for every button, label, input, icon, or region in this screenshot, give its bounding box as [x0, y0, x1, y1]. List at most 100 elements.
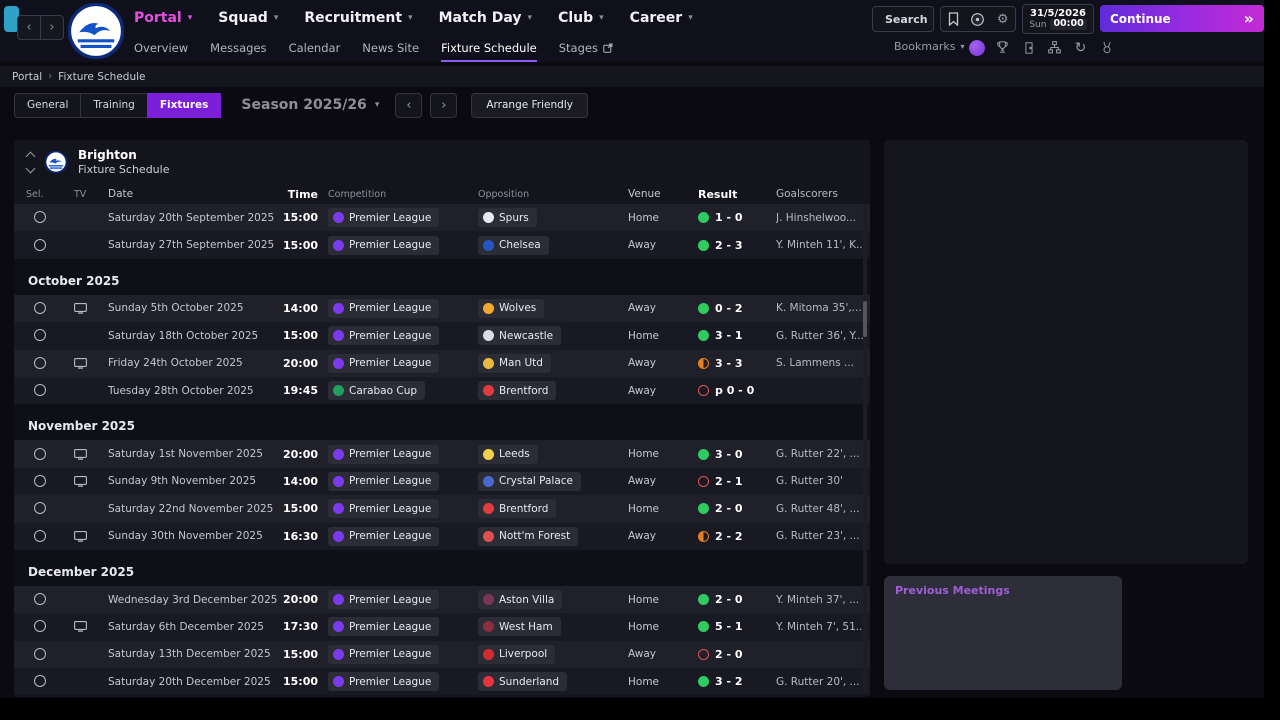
tab-general[interactable]: General — [14, 92, 82, 118]
competition-chip[interactable]: Premier League — [328, 471, 440, 491]
table-scrollbar[interactable] — [863, 206, 867, 693]
fixture-row[interactable]: Saturday 13th December 2025 15:00 Premier … — [14, 640, 870, 669]
select-radio[interactable] — [34, 211, 46, 224]
competition-chip[interactable]: Premier League — [328, 326, 440, 346]
competition-chip[interactable]: Premier League — [328, 208, 440, 228]
next-season-button[interactable]: › — [430, 92, 458, 118]
fixture-row[interactable]: Saturday 20th December 2025 15:00 Premier … — [14, 668, 870, 696]
subnav-news-site[interactable]: News Site — [362, 36, 419, 62]
opposition-chip[interactable]: Leeds — [478, 444, 538, 464]
subnav-messages[interactable]: Messages — [210, 36, 266, 62]
fixture-row[interactable]: Tuesday 28th October 2025 19:45 Carabao Cu… — [14, 376, 870, 405]
select-radio[interactable] — [34, 474, 46, 487]
org-chart-icon[interactable] — [1046, 39, 1063, 56]
select-radio[interactable] — [34, 502, 46, 515]
opposition-chip[interactable]: Aston Villa — [478, 590, 563, 610]
opposition-chip[interactable]: Man Utd — [478, 353, 551, 373]
col-result[interactable]: Result — [698, 188, 776, 201]
nav-match-day[interactable]: Match Day ▾ — [439, 10, 533, 26]
opposition-chip[interactable]: Brentford — [478, 499, 557, 519]
arrange-friendly-button[interactable]: Arrange Friendly — [471, 92, 588, 118]
fixture-row[interactable]: Saturday 22nd November 2025 15:00 Premier … — [14, 495, 870, 523]
nav-recruitment[interactable]: Recruitment ▾ — [304, 10, 412, 26]
select-radio[interactable] — [34, 593, 46, 606]
competition-chip[interactable]: Premier League — [328, 444, 440, 464]
select-radio[interactable] — [34, 329, 46, 342]
opposition-chip[interactable]: Chelsea — [478, 235, 549, 255]
opposition-chip[interactable]: Crystal Palace — [478, 471, 582, 491]
subnav-stages[interactable]: Stages — [559, 36, 613, 62]
chevron-down-icon[interactable] — [25, 163, 36, 173]
select-radio[interactable] — [34, 529, 46, 542]
select-radio[interactable] — [34, 301, 46, 314]
col-sel[interactable]: Sel. — [26, 189, 66, 200]
opposition-chip[interactable]: Brentford — [478, 381, 557, 401]
brighton-crest-icon[interactable] — [67, 2, 125, 60]
search-button[interactable]: Search — [872, 6, 934, 32]
opposition-chip[interactable]: Spurs — [478, 208, 537, 228]
fixture-row[interactable]: Friday 24th October 2025 20:00 Premier Lea… — [14, 349, 870, 377]
fixture-row[interactable]: Sunday 9th November 2025 14:00 Premier Lea… — [14, 467, 870, 496]
medal-icon[interactable] — [1098, 39, 1115, 56]
bookmarks-dropdown[interactable]: Bookmarks ▾ — [894, 40, 964, 53]
competition-chip[interactable]: Premier League — [328, 298, 440, 318]
opposition-chip[interactable]: Newcastle — [478, 326, 562, 346]
season-selector[interactable]: Season 2025/26 ▾ — [241, 97, 379, 113]
opposition-chip[interactable]: Wolves — [478, 298, 545, 318]
ball-icon[interactable] — [969, 11, 986, 28]
nav-club[interactable]: Club ▾ — [558, 10, 604, 26]
competition-chip[interactable]: Premier League — [328, 235, 440, 255]
trophy-icon[interactable] — [994, 39, 1011, 56]
continue-button[interactable]: Continue » — [1100, 5, 1264, 32]
select-radio[interactable] — [34, 647, 46, 660]
select-radio[interactable] — [34, 384, 46, 397]
fixture-row[interactable]: Saturday 27th September 2025 15:00 Premier… — [14, 231, 870, 259]
opposition-chip[interactable]: West Ham — [478, 617, 561, 637]
col-date[interactable]: Date — [108, 188, 268, 200]
select-radio[interactable] — [34, 675, 46, 688]
col-tv[interactable]: TV — [66, 189, 108, 200]
fixture-row[interactable]: Sunday 30th November 2025 16:30 Premier Le… — [14, 522, 870, 550]
select-radio[interactable] — [34, 356, 46, 369]
nav-career[interactable]: Career ▾ — [630, 10, 693, 26]
gear-icon[interactable]: ⚙ — [994, 11, 1011, 28]
fixture-row[interactable]: Saturday 20th September 2025 15:00 Premier… — [14, 204, 870, 232]
game-date[interactable]: 31/5/2026 Sun 00:00 — [1022, 4, 1094, 34]
col-opposition[interactable]: Opposition — [478, 189, 628, 200]
tab-training[interactable]: Training — [80, 92, 148, 118]
fixture-row[interactable]: Saturday 18th October 2025 15:00 Premier L… — [14, 322, 870, 350]
fixture-row[interactable]: Sunday 5th October 2025 14:00 Premier Leag… — [14, 294, 870, 323]
opposition-chip[interactable]: Sunderland — [478, 672, 568, 692]
col-venue[interactable]: Venue — [628, 188, 698, 200]
col-time[interactable]: Time — [268, 188, 328, 201]
sync-icon[interactable]: ↻ — [1072, 39, 1089, 56]
tab-fixtures[interactable]: Fixtures — [146, 92, 222, 118]
col-competition[interactable]: Competition — [328, 189, 478, 200]
fixture-row[interactable]: Wednesday 3rd December 2025 20:00 Premier … — [14, 585, 870, 614]
nav-squad[interactable]: Squad ▾ — [218, 10, 278, 26]
competition-chip[interactable]: Premier League — [328, 672, 440, 692]
fixture-row[interactable]: Saturday 6th December 2025 17:30 Premier L… — [14, 613, 870, 641]
competition-chip[interactable]: Premier League — [328, 353, 440, 373]
back-button[interactable]: ‹ — [17, 15, 41, 40]
fm-logo-icon[interactable] — [968, 39, 985, 56]
breadcrumb-portal[interactable]: Portal — [12, 71, 42, 83]
select-radio[interactable] — [34, 620, 46, 633]
nav-portal[interactable]: Portal ▾ — [134, 10, 192, 26]
scrollbar-thumb[interactable] — [863, 301, 867, 337]
forward-button[interactable]: › — [40, 15, 64, 40]
opposition-chip[interactable]: Liverpool — [478, 644, 556, 664]
competition-chip[interactable]: Carabao Cup — [328, 381, 426, 401]
select-radio[interactable] — [34, 238, 46, 251]
competition-chip[interactable]: Premier League — [328, 526, 440, 546]
chevron-up-icon[interactable] — [25, 151, 36, 161]
previous-season-button[interactable]: ‹ — [395, 92, 423, 118]
col-goalscorers[interactable]: Goalscorers — [776, 188, 870, 200]
opposition-chip[interactable]: Nott'm Forest — [478, 526, 579, 546]
exit-door-icon[interactable] — [1020, 39, 1037, 56]
subnav-overview[interactable]: Overview — [134, 36, 188, 62]
bookmark-icon[interactable] — [945, 11, 962, 28]
competition-chip[interactable]: Premier League — [328, 499, 440, 519]
competition-chip[interactable]: Premier League — [328, 644, 440, 664]
subnav-fixture-schedule[interactable]: Fixture Schedule — [441, 36, 537, 62]
